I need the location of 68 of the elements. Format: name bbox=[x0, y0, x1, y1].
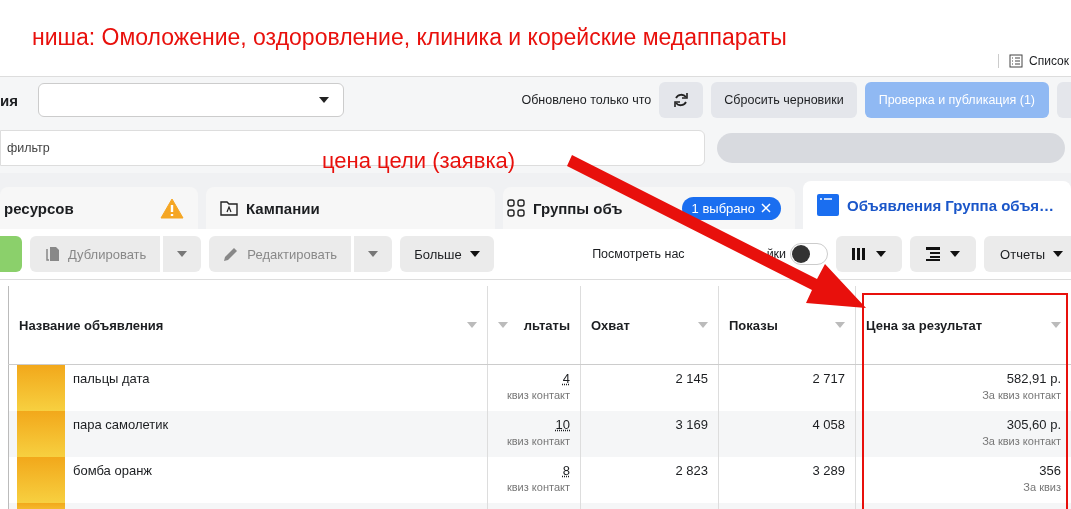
list-button[interactable]: Список bbox=[998, 54, 1069, 68]
result-type: квиз контакт bbox=[505, 389, 570, 401]
level-tab[interactable]: ресурсов bbox=[0, 187, 198, 229]
columns-button[interactable] bbox=[836, 236, 903, 272]
impressions-value: 2 717 bbox=[812, 371, 845, 386]
ad-thumbnail bbox=[17, 365, 65, 411]
pencil-icon bbox=[223, 246, 240, 262]
view-settings-toggle[interactable] bbox=[790, 243, 829, 265]
refresh-button[interactable] bbox=[659, 82, 704, 118]
caret-icon bbox=[1051, 322, 1061, 328]
grid-icon bbox=[507, 199, 525, 217]
ad-thumbnail bbox=[17, 411, 65, 457]
ad-name[interactable]: пара самолетик bbox=[73, 411, 169, 457]
reports-button[interactable]: Отчеты bbox=[984, 236, 1071, 272]
caret-icon bbox=[498, 322, 508, 328]
results-value: 10 bbox=[555, 417, 570, 432]
column-header[interactable]: льтаты bbox=[487, 286, 581, 365]
caret-icon bbox=[467, 322, 477, 328]
level-tab[interactable]: Объявления Группа объя… bbox=[803, 181, 1071, 229]
field-label: ия bbox=[0, 91, 19, 109]
update-status: Обновлено только что bbox=[521, 93, 652, 107]
caret-icon bbox=[469, 251, 480, 257]
results-value: 4 bbox=[562, 371, 570, 386]
selection-chip[interactable]: 1 выбрано bbox=[681, 196, 781, 220]
result-type: квиз контакт bbox=[505, 481, 570, 493]
reach-value: 3 169 bbox=[675, 417, 708, 432]
ad-name[interactable]: бомба оранж bbox=[73, 457, 153, 503]
list-icon bbox=[1009, 54, 1024, 68]
more-button[interactable]: Больше bbox=[400, 236, 494, 272]
breakdown-button[interactable] bbox=[910, 236, 977, 272]
results-value: 8 bbox=[562, 463, 570, 478]
dropdown-button[interactable] bbox=[354, 236, 393, 272]
copy-icon bbox=[44, 246, 60, 262]
refresh-icon bbox=[672, 91, 691, 109]
caret-icon bbox=[368, 251, 379, 257]
dropdown-field[interactable] bbox=[38, 83, 344, 117]
caret-icon bbox=[698, 322, 708, 328]
dropdown-button[interactable] bbox=[163, 236, 202, 272]
cost-type: За квиз контакт bbox=[981, 435, 1061, 447]
caret-icon bbox=[177, 251, 188, 257]
reach-value: 2 145 bbox=[675, 371, 708, 386]
caret-icon bbox=[876, 251, 887, 257]
level-tab[interactable]: Кампании bbox=[206, 187, 495, 229]
folder-icon bbox=[220, 200, 238, 216]
caret-icon bbox=[1053, 251, 1063, 257]
annotation-title: ниша: Омоложение, оздоровление, клиника и корейские медаппараты bbox=[32, 24, 787, 51]
cost-type: За квиз контакт bbox=[981, 389, 1061, 401]
reset-drafts-button[interactable]: Сбросить черновики bbox=[711, 82, 857, 118]
ad-icon bbox=[817, 194, 839, 216]
columns-icon bbox=[852, 248, 867, 260]
cost-value: 582,91 р. bbox=[1006, 371, 1061, 386]
caret-icon bbox=[950, 251, 961, 257]
ad-name[interactable]: пальцы дата bbox=[73, 365, 150, 411]
view-settings-label: Посмотреть нас bbox=[592, 247, 685, 261]
level-tab[interactable]: Группы объ 1 выбрано bbox=[503, 187, 795, 229]
caret-icon bbox=[835, 322, 845, 328]
result-type: квиз контакт bbox=[505, 435, 570, 447]
column-header[interactable]: Охват bbox=[580, 286, 719, 365]
breakdown-icon bbox=[926, 247, 941, 261]
close-icon[interactable] bbox=[761, 203, 771, 213]
cost-value: 305,60 р. bbox=[1006, 417, 1061, 432]
reach-value: 2 823 bbox=[675, 463, 708, 478]
cost-value: 356 bbox=[1039, 463, 1061, 478]
impressions-value: 3 289 bbox=[812, 463, 845, 478]
column-header[interactable]: Название объявления bbox=[8, 286, 488, 365]
impressions-value: 4 058 bbox=[812, 417, 845, 432]
cost-type: За квиз bbox=[1022, 481, 1061, 493]
caret-icon bbox=[319, 97, 329, 103]
